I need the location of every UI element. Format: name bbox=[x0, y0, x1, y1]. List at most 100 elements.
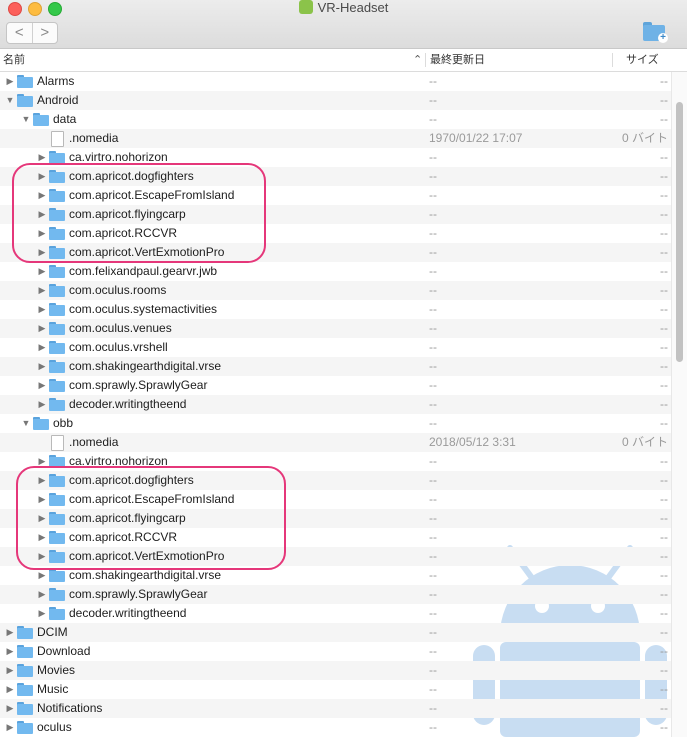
list-item[interactable]: ▶ com.apricot.EscapeFromIsland -- -- bbox=[0, 490, 672, 509]
disclosure-collapsed-icon[interactable]: ▶ bbox=[37, 589, 47, 599]
list-item[interactable]: ▶ com.apricot.VertExmotionPro -- -- bbox=[0, 243, 672, 262]
item-size: -- bbox=[660, 169, 668, 183]
disclosure-collapsed-icon[interactable]: ▶ bbox=[37, 171, 47, 181]
list-item[interactable]: ▶ com.oculus.rooms -- -- bbox=[0, 281, 672, 300]
list-item[interactable]: ▼ data -- -- bbox=[0, 110, 672, 129]
folder-body bbox=[49, 286, 65, 297]
disclosure-collapsed-icon[interactable]: ▶ bbox=[37, 228, 47, 238]
item-date: -- bbox=[429, 625, 437, 639]
disclosure-collapsed-icon[interactable]: ▶ bbox=[5, 684, 15, 694]
disclosure-collapsed-icon[interactable]: ▶ bbox=[37, 285, 47, 295]
list-item[interactable]: ▶ com.apricot.flyingcarp -- -- bbox=[0, 509, 672, 528]
list-item[interactable]: ▶ com.apricot.VertExmotionPro -- -- bbox=[0, 547, 672, 566]
column-date[interactable]: 最終更新日 bbox=[430, 49, 485, 71]
disclosure-expanded-icon[interactable]: ▼ bbox=[21, 114, 31, 124]
disclosure-collapsed-icon[interactable]: ▶ bbox=[37, 323, 47, 333]
list-item[interactable]: ▶ ca.virtro.nohorizon -- -- bbox=[0, 148, 672, 167]
disclosure-expanded-icon[interactable]: ▼ bbox=[5, 95, 15, 105]
back-button[interactable]: < bbox=[7, 23, 32, 43]
folder-icon bbox=[49, 170, 65, 183]
list-item[interactable]: ▶ com.apricot.EscapeFromIsland -- -- bbox=[0, 186, 672, 205]
item-date: -- bbox=[429, 416, 437, 430]
disclosure-collapsed-icon[interactable]: ▶ bbox=[5, 703, 15, 713]
disclosure-collapsed-icon[interactable]: ▶ bbox=[37, 399, 47, 409]
list-item[interactable]: ▶ Alarms -- -- bbox=[0, 72, 672, 91]
disclosure-collapsed-icon[interactable]: ▶ bbox=[37, 494, 47, 504]
window-title-text: VR-Headset bbox=[317, 0, 389, 15]
folder-body bbox=[17, 685, 33, 696]
list-item[interactable]: ▶ com.apricot.RCCVR -- -- bbox=[0, 224, 672, 243]
item-size: -- bbox=[660, 454, 668, 468]
disclosure-collapsed-icon[interactable]: ▶ bbox=[5, 722, 15, 732]
list-item[interactable]: ▶ com.sprawly.SprawlyGear -- -- bbox=[0, 585, 672, 604]
disclosure-collapsed-icon[interactable]: ▶ bbox=[37, 456, 47, 466]
list-item[interactable]: ▶ Music -- -- bbox=[0, 680, 672, 699]
scrollbar-thumb[interactable] bbox=[676, 102, 683, 362]
disclosure-collapsed-icon[interactable]: ▶ bbox=[37, 551, 47, 561]
new-folder-icon[interactable]: + bbox=[643, 22, 668, 43]
list-item[interactable]: ▶ com.apricot.dogfighters -- -- bbox=[0, 471, 672, 490]
folder-body bbox=[49, 552, 65, 563]
disclosure-collapsed-icon[interactable]: ▶ bbox=[37, 475, 47, 485]
disclosure-collapsed-icon[interactable]: ▶ bbox=[37, 532, 47, 542]
sort-ascending-icon[interactable]: ⌃ bbox=[413, 49, 422, 71]
list-item[interactable]: ▶ com.sprawly.SprawlyGear -- -- bbox=[0, 376, 672, 395]
column-name[interactable]: 名前 bbox=[3, 49, 25, 71]
column-separator[interactable] bbox=[425, 53, 426, 67]
disclosure-collapsed-icon[interactable]: ▶ bbox=[5, 627, 15, 637]
list-item[interactable]: ▶ com.oculus.systemactivities -- -- bbox=[0, 300, 672, 319]
folder-icon bbox=[17, 645, 33, 658]
forward-button[interactable]: > bbox=[31, 23, 58, 43]
list-item[interactable]: .nomedia 1970/01/22 17:07 0 バイト bbox=[0, 129, 672, 148]
disclosure-collapsed-icon[interactable]: ▶ bbox=[37, 380, 47, 390]
item-size: -- bbox=[660, 340, 668, 354]
list-item[interactable]: ▶ com.shakingearthdigital.vrse -- -- bbox=[0, 566, 672, 585]
disclosure-collapsed-icon[interactable]: ▶ bbox=[37, 152, 47, 162]
list-item[interactable]: ▶ com.felixandpaul.gearvr.jwb -- -- bbox=[0, 262, 672, 281]
disclosure-collapsed-icon[interactable]: ▶ bbox=[37, 209, 47, 219]
list-item[interactable]: ▶ decoder.writingtheend -- -- bbox=[0, 604, 672, 623]
column-size[interactable]: サイズ bbox=[626, 49, 659, 71]
list-item[interactable]: ▶ decoder.writingtheend -- -- bbox=[0, 395, 672, 414]
disclosure-collapsed-icon[interactable]: ▶ bbox=[5, 76, 15, 86]
list-item[interactable]: ▶ oculus -- -- bbox=[0, 718, 672, 737]
item-date: -- bbox=[429, 701, 437, 715]
list-item[interactable]: ▶ com.apricot.dogfighters -- -- bbox=[0, 167, 672, 186]
list-item[interactable]: ▶ Download -- -- bbox=[0, 642, 672, 661]
disclosure-expanded-icon[interactable]: ▼ bbox=[21, 418, 31, 428]
list-item[interactable]: ▶ com.apricot.flyingcarp -- -- bbox=[0, 205, 672, 224]
column-separator[interactable] bbox=[612, 53, 613, 67]
vertical-scrollbar[interactable] bbox=[671, 72, 687, 737]
disclosure-collapsed-icon[interactable]: ▶ bbox=[37, 570, 47, 580]
list-item[interactable]: ▼ obb -- -- bbox=[0, 414, 672, 433]
list-item[interactable]: ▶ com.apricot.RCCVR -- -- bbox=[0, 528, 672, 547]
disclosure-collapsed-icon[interactable]: ▶ bbox=[37, 513, 47, 523]
item-size: -- bbox=[660, 74, 668, 88]
item-name: decoder.writingtheend bbox=[69, 606, 187, 620]
disclosure-collapsed-icon[interactable]: ▶ bbox=[37, 304, 47, 314]
disclosure-collapsed-icon[interactable]: ▶ bbox=[37, 608, 47, 618]
folder-icon bbox=[49, 246, 65, 259]
disclosure-collapsed-icon[interactable]: ▶ bbox=[37, 266, 47, 276]
list-item[interactable]: ▶ Movies -- -- bbox=[0, 661, 672, 680]
list-item[interactable]: ▶ Notifications -- -- bbox=[0, 699, 672, 718]
list-item[interactable]: ▶ com.oculus.venues -- -- bbox=[0, 319, 672, 338]
list-item[interactable]: .nomedia 2018/05/12 3:31 0 バイト bbox=[0, 433, 672, 452]
disclosure-collapsed-icon[interactable]: ▶ bbox=[37, 342, 47, 352]
list-item[interactable]: ▶ com.oculus.vrshell -- -- bbox=[0, 338, 672, 357]
list-item[interactable]: ▶ ca.virtro.nohorizon -- -- bbox=[0, 452, 672, 471]
disclosure-collapsed-icon[interactable]: ▶ bbox=[5, 646, 15, 656]
item-size: -- bbox=[660, 359, 668, 373]
disclosure-collapsed-icon[interactable]: ▶ bbox=[37, 361, 47, 371]
disclosure-collapsed-icon[interactable]: ▶ bbox=[37, 247, 47, 257]
disclosure-collapsed-icon[interactable]: ▶ bbox=[37, 190, 47, 200]
item-name: com.apricot.dogfighters bbox=[69, 473, 194, 487]
list-item[interactable]: ▶ com.shakingearthdigital.vrse -- -- bbox=[0, 357, 672, 376]
item-date: -- bbox=[429, 283, 437, 297]
item-date: -- bbox=[429, 264, 437, 278]
list-item[interactable]: ▶ DCIM -- -- bbox=[0, 623, 672, 642]
disclosure-collapsed-icon[interactable]: ▶ bbox=[5, 665, 15, 675]
item-date: -- bbox=[429, 321, 437, 335]
folder-icon bbox=[49, 569, 65, 582]
list-item[interactable]: ▼ Android -- -- bbox=[0, 91, 672, 110]
